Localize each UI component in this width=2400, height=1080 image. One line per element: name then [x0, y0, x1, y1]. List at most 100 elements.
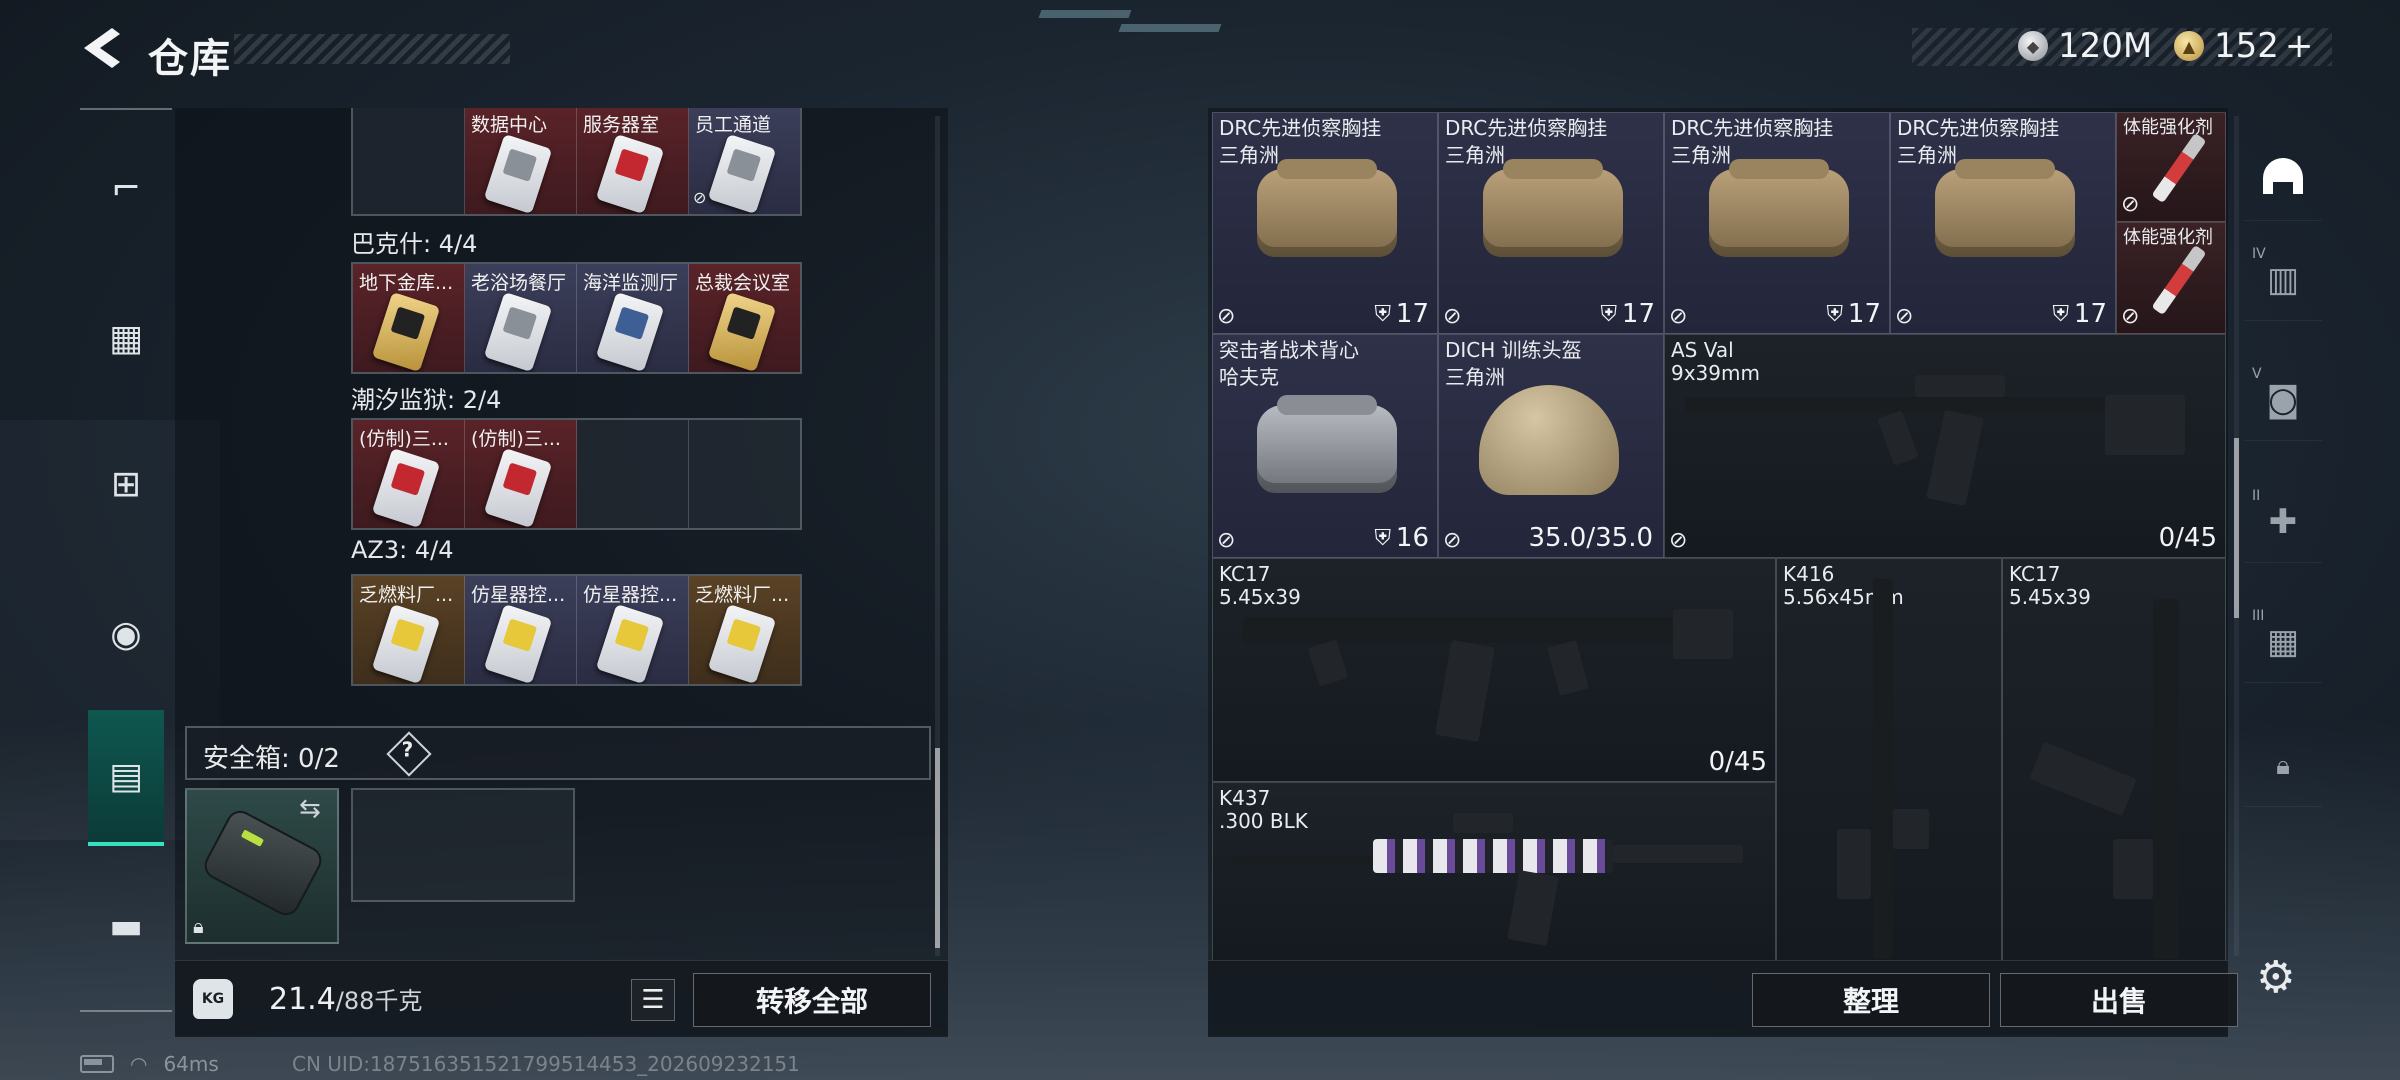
keycard-icon — [707, 133, 777, 214]
stash-scrollbar[interactable] — [935, 748, 940, 948]
nav-toolbox[interactable]: ▬ — [88, 886, 164, 966]
inventory-item[interactable]: K416 5.56x45mm — [1776, 558, 2002, 960]
item-slot[interactable]: 服务器室 — [577, 108, 689, 214]
no-lock-icon: ⊘ — [1217, 304, 1236, 329]
inventory-item[interactable]: 体能强化剂 ⊘ — [2116, 112, 2226, 222]
safe-box-slot-empty[interactable] — [351, 788, 575, 902]
item-name: DICH 训练头盔 — [1445, 338, 1582, 362]
item-slot[interactable]: 乏燃料厂... — [353, 576, 465, 684]
item-name: K416 — [1783, 562, 1835, 586]
item-label: 数据中心 — [471, 114, 548, 136]
bag-icon: ◉ — [110, 613, 142, 655]
item-count: 17 — [1395, 299, 1429, 329]
help-icon: ? — [401, 737, 414, 762]
swap-icon[interactable]: ⇆ — [299, 794, 321, 824]
sell-button[interactable]: 出售 — [2000, 973, 2238, 1027]
item-count: 17 — [1847, 299, 1881, 329]
item-name: DRC先进侦察胸挂 — [1897, 116, 2060, 140]
backpack-icon — [1935, 159, 2075, 257]
category-iii[interactable]: III ▦ — [2244, 602, 2322, 683]
item-label: 乏燃料厂... — [359, 584, 454, 606]
inventory-panel: DRC先进侦察胸挂 三角洲 ⊘ ⛨ 17 DRC先进侦察胸挂 三角洲 ⊘ ⛨ 1… — [1208, 108, 2239, 1037]
inventory-item[interactable]: DRC先进侦察胸挂 三角洲 ⊘ ⛨ 17 — [1212, 112, 1438, 334]
no-lock-icon: ⊘ — [2121, 304, 2140, 329]
item-name: DRC先进侦察胸挂 — [1219, 116, 1382, 140]
weight-icon: KG — [193, 979, 233, 1019]
item-sub: 哈夫克 — [1219, 365, 1279, 389]
category-ii[interactable]: II ✚ — [2244, 482, 2322, 563]
lock-icon: 🔒︎ — [2276, 750, 2290, 781]
sort-button[interactable]: 整理 — [1752, 973, 1990, 1027]
backpack-icon — [1483, 159, 1623, 257]
inventory-item[interactable]: K437 .300 BLK — [1212, 782, 1776, 960]
back-button[interactable] — [78, 24, 124, 72]
list-view-button[interactable]: ☰ — [631, 979, 675, 1021]
item-slot[interactable] — [353, 108, 465, 214]
inventory-grid[interactable]: DRC先进侦察胸挂 三角洲 ⊘ ⛨ 17 DRC先进侦察胸挂 三角洲 ⊘ ⛨ 1… — [1212, 112, 2227, 960]
item-label: 员工通道 — [695, 114, 772, 136]
lock-icon: 🔒︎ — [193, 914, 204, 938]
keycard-icon — [595, 291, 665, 372]
syringe-icon — [2151, 244, 2207, 316]
gold-currency[interactable]: ▲ 152 + — [2174, 26, 2313, 66]
stash-panel: 数据中心 服务器室 员工通道 ⊘ 巴克什: 4/4 地下金库... 老浴场餐厅 — [175, 108, 948, 1037]
item-slot[interactable]: 海洋监测厅 — [577, 264, 689, 372]
item-slot[interactable]: 地下金库... — [353, 264, 465, 372]
wifi-icon: ◠ — [130, 1052, 148, 1076]
user-uid: CN UID:18751635152179951445​3_2026092321… — [292, 1052, 800, 1076]
item-name: 突击者战术背心 — [1219, 338, 1359, 362]
category-locked[interactable]: 🔒︎ — [2244, 726, 2322, 807]
item-slot[interactable]: 员工通道 ⊘ — [689, 108, 800, 214]
armor-level-icon: ⛨ — [2052, 302, 2069, 327]
inventory-item[interactable]: DRC先进侦察胸挂 三角洲 ⊘ ⛨ 17 — [1664, 112, 1890, 334]
item-slot[interactable]: (仿制)三... — [353, 420, 465, 528]
keycard-icon — [595, 603, 665, 684]
section-title: AZ3: 4/4 — [351, 536, 454, 564]
item-slot[interactable]: 总裁会议室 — [689, 264, 800, 372]
inventory-item[interactable]: KC17 5.45x39 — [2002, 558, 2226, 960]
item-slot[interactable]: 仿星器控... — [465, 576, 577, 684]
item-label: (仿制)三... — [471, 428, 561, 450]
item-count: 17 — [1621, 299, 1655, 329]
tier-label: II — [2252, 488, 2261, 504]
item-slot[interactable]: 乏燃料厂... — [689, 576, 800, 684]
slot-row: 地下金库... 老浴场餐厅 海洋监测厅 总裁会议室 — [351, 262, 802, 374]
item-slot[interactable]: 仿星器控... — [577, 576, 689, 684]
item-sub: 三角洲 — [1671, 143, 1731, 167]
item-slot[interactable]: 老浴场餐厅 — [465, 264, 577, 372]
safe-box-slot[interactable]: ⇆ 🔒︎ — [185, 788, 339, 944]
inventory-item[interactable]: 体能强化剂 ⊘ — [2116, 222, 2226, 334]
item-slot[interactable] — [689, 420, 800, 528]
help-button[interactable]: ? — [386, 731, 432, 777]
inventory-item[interactable]: DRC先进侦察胸挂 三角洲 ⊘ ⛨ 17 — [1438, 112, 1664, 334]
silver-currency[interactable]: ◆ 120M — [2018, 26, 2152, 66]
nav-weapons[interactable]: ⌐ — [88, 148, 164, 228]
inventory-scrollbar[interactable] — [2234, 438, 2239, 618]
nav-backpack[interactable]: ⊞ — [88, 444, 164, 524]
add-currency-icon[interactable]: + — [2285, 26, 2314, 66]
nav-vest[interactable]: ▦ — [88, 298, 164, 378]
item-slot[interactable]: (仿制)三... — [465, 420, 577, 528]
category-iv[interactable]: IV ▥ — [2244, 240, 2322, 321]
folder-category-icon: ▥ — [2266, 260, 2300, 300]
inventory-item[interactable]: AS Val 9x39mm ⊘ 0/45 — [1664, 334, 2226, 558]
item-name: K437 — [1219, 786, 1271, 810]
settings-gear-icon[interactable]: ⚙ — [2256, 952, 2306, 1003]
item-slot[interactable]: 数据中心 — [465, 108, 577, 214]
inventory-item[interactable]: KC17 5.45x39 0/45 — [1212, 558, 1776, 782]
inventory-item[interactable]: DICH 训练头盔 三角洲 ⊘ 35.0/35.0 — [1438, 334, 1664, 558]
inventory-item[interactable]: DRC先进侦察胸挂 三角洲 ⊘ ⛨ 17 — [1890, 112, 2116, 334]
tier-label: V — [2252, 366, 2262, 382]
item-slot[interactable] — [577, 420, 689, 528]
keycard-icon — [483, 603, 553, 684]
nav-bag[interactable]: ◉ — [88, 594, 164, 674]
item-sub: 三角洲 — [1445, 365, 1505, 389]
nav-case[interactable]: ▤ — [88, 710, 164, 846]
inventory-item[interactable]: 突击者战术背心 哈夫克 ⊘ ⛨ 16 — [1212, 334, 1438, 558]
category-helmet[interactable] — [2244, 140, 2322, 221]
stash-scroll[interactable]: 数据中心 服务器室 员工通道 ⊘ 巴克什: 4/4 地下金库... 老浴场餐厅 — [175, 108, 948, 960]
category-v[interactable]: V ◙ — [2244, 360, 2322, 441]
helmet-icon — [1479, 385, 1619, 495]
transfer-all-button[interactable]: 转移全部 — [693, 973, 931, 1027]
battery-icon — [80, 1055, 114, 1073]
